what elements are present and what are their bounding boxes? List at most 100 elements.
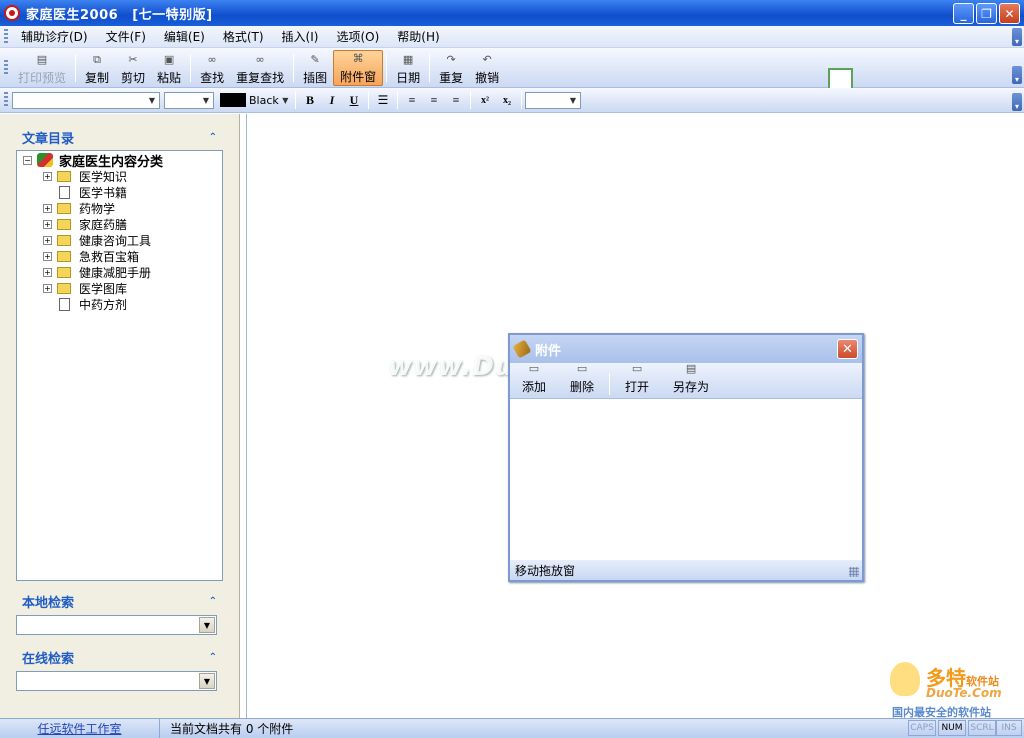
- format-toolbar-grip[interactable]: [4, 92, 8, 108]
- attachment-toolbar: ▭ 添加 ▭ 删除 ▭ 打开 ▤ 另存为: [510, 362, 862, 399]
- minimize-button[interactable]: _: [953, 3, 974, 24]
- bold-button[interactable]: B: [299, 91, 321, 110]
- redo-button[interactable]: ↷ 重复: [433, 50, 469, 86]
- superscript-button[interactable]: x²: [474, 91, 496, 110]
- expand-toggle-icon[interactable]: +: [43, 267, 52, 277]
- toolbar-separator: [521, 91, 522, 109]
- attachment-window-button[interactable]: ⌘ 附件窗: [333, 49, 384, 86]
- zoom-select[interactable]: ▼: [525, 91, 581, 109]
- caps-indicator: CAPS: [908, 720, 936, 736]
- paperclip-icon: [512, 339, 532, 359]
- expand-toggle-icon[interactable]: +: [43, 283, 52, 293]
- attachment-close-button[interactable]: ✕: [837, 339, 858, 359]
- tree-item[interactable]: 中药方剂: [17, 296, 222, 312]
- menu-file[interactable]: 文件(F): [97, 28, 155, 45]
- open-attachment-button[interactable]: ▭ 打开: [613, 362, 661, 395]
- expand-toggle-icon[interactable]: +: [43, 251, 52, 261]
- save-as-attachment-button[interactable]: ▤ 另存为: [661, 362, 721, 395]
- studio-link[interactable]: 任远软件工作室: [0, 719, 160, 738]
- expand-toggle-icon[interactable]: +: [43, 171, 52, 181]
- attachment-list[interactable]: [510, 399, 862, 560]
- menu-edit[interactable]: 编辑(E): [155, 28, 214, 45]
- undo-button[interactable]: ↶ 撤销: [469, 50, 505, 86]
- delete-file-icon: ▭: [576, 362, 588, 375]
- bullet-list-button[interactable]: ☰: [372, 91, 394, 110]
- folder-icon: [57, 266, 71, 278]
- restore-button[interactable]: ❐: [976, 3, 997, 24]
- tree-item[interactable]: + 药物学: [17, 200, 222, 216]
- open-file-icon: ▭: [631, 362, 643, 375]
- toolbar-grip[interactable]: [4, 59, 8, 76]
- tree-item[interactable]: + 健康咨询工具: [17, 232, 222, 248]
- expand-toggle-icon[interactable]: +: [43, 219, 52, 229]
- main-toolbar: ▤ 打印预览 ⧉ 复制 ✂ 剪切 ▣ 粘贴 ∞ 查找 ∞ 重复查找 ✎ 插图 ⌘ 附件窗 ▦ 日期…: [0, 48, 1024, 88]
- chevron-down-icon[interactable]: ▼: [199, 673, 215, 689]
- font-color-select[interactable]: Black ▼: [246, 92, 292, 109]
- chevron-down-icon: ▼: [148, 95, 156, 105]
- image-icon: ✎: [310, 52, 320, 66]
- toolbar-overflow-icon[interactable]: ▾: [1012, 66, 1022, 84]
- toolbar-separator: [397, 91, 398, 109]
- tree-root[interactable]: − 家庭医生内容分类: [17, 152, 222, 170]
- chevron-down-icon: ▼: [282, 95, 289, 105]
- format-overflow-icon[interactable]: ▾: [1012, 93, 1022, 111]
- catalog-header[interactable]: 文章目录 ⌃: [16, 127, 223, 147]
- align-left-button[interactable]: ≡: [401, 91, 423, 110]
- tree-item[interactable]: + 医学图库: [17, 280, 222, 296]
- menu-insert[interactable]: 插入(I): [273, 28, 328, 45]
- find-button[interactable]: ∞ 查找: [194, 50, 230, 86]
- tree-item[interactable]: + 急救百宝箱: [17, 248, 222, 264]
- align-center-icon: ≡: [430, 92, 438, 107]
- insert-image-button[interactable]: ✎ 插图: [297, 50, 333, 86]
- resize-grip-icon[interactable]: [849, 567, 859, 577]
- copy-button[interactable]: ⧉ 复制: [79, 50, 115, 86]
- chevron-down-icon[interactable]: ▼: [199, 617, 215, 633]
- print-preview-button[interactable]: ▤ 打印预览: [12, 50, 72, 86]
- add-attachment-button[interactable]: ▭ 添加: [510, 362, 558, 395]
- menu-assist-diagnosis[interactable]: 辅助诊疗(D): [12, 28, 97, 45]
- app-icon[interactable]: [4, 5, 20, 21]
- cut-button[interactable]: ✂ 剪切: [115, 50, 151, 86]
- undo-icon: ↶: [482, 52, 492, 66]
- align-center-button[interactable]: ≡: [423, 91, 445, 110]
- paste-button[interactable]: ▣ 粘贴: [151, 50, 187, 86]
- find-again-button[interactable]: ∞ 重复查找: [230, 50, 290, 86]
- local-search-header[interactable]: 本地检索 ⌃: [16, 591, 223, 611]
- local-search-combo[interactable]: ▼: [16, 615, 217, 635]
- collapse-toggle-icon[interactable]: −: [23, 155, 32, 165]
- attachment-dialog-titlebar[interactable]: 附件 ✕: [510, 335, 862, 363]
- font-color-swatch[interactable]: [220, 93, 246, 107]
- collapse-icon[interactable]: ⌃: [209, 132, 217, 143]
- tree-item[interactable]: + 健康减肥手册: [17, 264, 222, 280]
- catalog-tree[interactable]: − 家庭医生内容分类 + 医学知识 医学书籍 + 药物学 + 家庭药膳 + 健康…: [16, 150, 223, 581]
- subscript-button[interactable]: x₂: [496, 91, 518, 110]
- underline-button[interactable]: U: [343, 91, 365, 110]
- italic-button[interactable]: I: [321, 91, 343, 110]
- tree-item[interactable]: + 家庭药膳: [17, 216, 222, 232]
- date-button[interactable]: ▦ 日期: [390, 50, 426, 86]
- collapse-icon[interactable]: ⌃: [209, 652, 217, 663]
- menu-format[interactable]: 格式(T): [214, 28, 273, 45]
- delete-attachment-button[interactable]: ▭ 删除: [558, 362, 606, 395]
- list-icon: ☰: [377, 92, 389, 107]
- close-button[interactable]: ✕: [999, 3, 1020, 24]
- chevron-down-icon: ▼: [202, 95, 210, 105]
- menu-options[interactable]: 选项(O): [327, 28, 388, 45]
- collapse-icon[interactable]: ⌃: [209, 596, 217, 607]
- menu-bar: 辅助诊疗(D) 文件(F) 编辑(E) 格式(T) 插入(I) 选项(O) 帮助…: [0, 26, 1024, 48]
- online-search-header[interactable]: 在线检索 ⌃: [16, 647, 223, 667]
- align-right-icon: ≡: [452, 92, 460, 107]
- expand-toggle-icon[interactable]: +: [43, 203, 52, 213]
- paperclip-icon: ⌘: [352, 51, 364, 65]
- menubar-grip[interactable]: [4, 28, 8, 45]
- online-search-combo[interactable]: ▼: [16, 671, 217, 691]
- align-right-button[interactable]: ≡: [445, 91, 467, 110]
- tree-item[interactable]: + 医学知识: [17, 168, 222, 184]
- font-name-select[interactable]: ▼: [12, 91, 160, 109]
- font-size-select[interactable]: ▼: [164, 91, 214, 109]
- format-toolbar: ▼ ▼ Black ▼ B I U ☰ ≡ ≡ ≡ x² x₂ ▼ ▾: [0, 88, 1024, 113]
- tree-item[interactable]: 医学书籍: [17, 184, 222, 200]
- menubar-overflow-icon[interactable]: ▾: [1012, 28, 1022, 46]
- expand-toggle-icon[interactable]: +: [43, 235, 52, 245]
- menu-help[interactable]: 帮助(H): [388, 28, 448, 45]
